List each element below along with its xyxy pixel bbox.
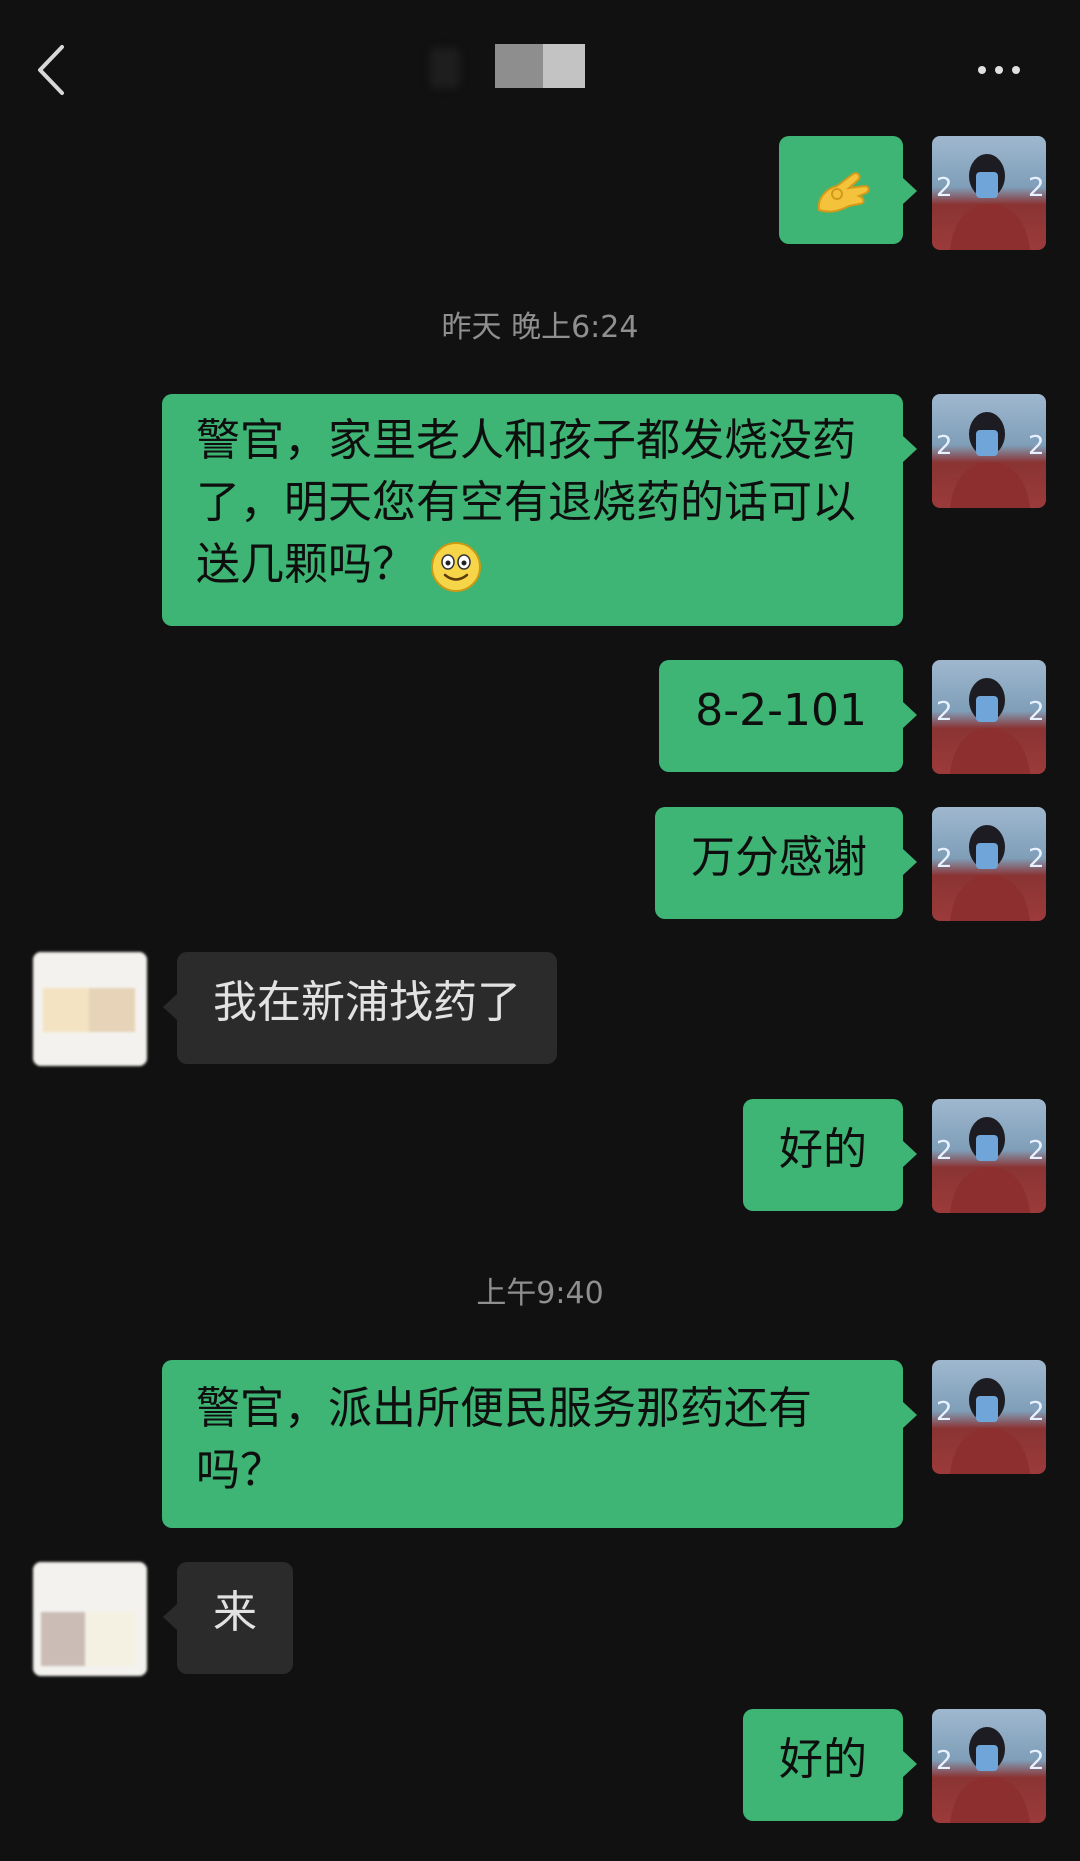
more-dots-icon bbox=[978, 66, 1020, 74]
avatar-portrait: 2 2 bbox=[936, 412, 1045, 508]
avatar[interactable]: 2 2 bbox=[932, 660, 1046, 774]
message-text: 8-2-101 bbox=[695, 685, 867, 736]
message-bubble[interactable]: 万分感谢 bbox=[655, 807, 917, 919]
avatar[interactable] bbox=[33, 952, 147, 1066]
chevron-left-icon bbox=[38, 45, 64, 95]
message-row: 8-2-101 2 2 bbox=[0, 660, 1080, 774]
avatar-portrait: 2 2 bbox=[936, 1117, 1045, 1213]
avatar-portrait: 2 2 bbox=[936, 1727, 1045, 1823]
message-bubble[interactable] bbox=[779, 136, 917, 244]
message-bubble[interactable]: 警官，家里老人和孩子都发烧没药了，明天您有空有退烧药的话可以送几颗吗？ bbox=[162, 394, 917, 626]
chat-title bbox=[430, 38, 620, 94]
svg-text:2: 2 bbox=[1028, 1397, 1045, 1427]
message-timestamp: 昨天 晚上6:24 bbox=[441, 310, 639, 345]
message-text: 来 bbox=[213, 1587, 257, 1638]
avatar-portrait: 2 2 bbox=[936, 154, 1045, 250]
avatar[interactable]: 2 2 bbox=[932, 136, 1046, 250]
svg-text:2: 2 bbox=[1028, 697, 1045, 727]
more-button[interactable] bbox=[970, 50, 1030, 90]
message-text: 警官，家里老人和孩子都发烧没药了，明天您有空有退烧药的话可以送几颗吗？ bbox=[196, 415, 856, 590]
title-redacted-blur bbox=[430, 48, 460, 88]
svg-text:2: 2 bbox=[1028, 844, 1045, 874]
avatar[interactable]: 2 2 bbox=[932, 807, 1046, 921]
avatar-portrait: 2 2 bbox=[936, 1378, 1045, 1474]
svg-text:2: 2 bbox=[936, 1136, 953, 1166]
avatar-portrait: 2 2 bbox=[936, 825, 1045, 921]
avatar-blurred bbox=[33, 1562, 147, 1676]
title-redacted-block bbox=[543, 44, 585, 88]
message-bubble[interactable]: 好的 bbox=[743, 1709, 917, 1821]
avatar-portrait: 2 2 bbox=[936, 678, 1045, 774]
message-row: 警官，派出所便民服务那药还有吗？ 2 2 bbox=[0, 1360, 1080, 1528]
message-bubble[interactable]: 8-2-101 bbox=[659, 660, 917, 772]
message-row: 2 2 bbox=[0, 136, 1080, 250]
message-row: 好的 2 2 bbox=[0, 1709, 1080, 1823]
svg-text:2: 2 bbox=[936, 844, 953, 874]
message-row: 好的 2 2 bbox=[0, 1099, 1080, 1213]
message-row: 警官，家里老人和孩子都发烧没药了，明天您有空有退烧药的话可以送几颗吗？ 2 2 bbox=[0, 394, 1080, 626]
chat-header bbox=[0, 0, 1080, 130]
message-bubble[interactable]: 好的 bbox=[743, 1099, 917, 1211]
ok-hand-emoji bbox=[817, 172, 870, 213]
avatar[interactable]: 2 2 bbox=[932, 1099, 1046, 1213]
message-row: 来 bbox=[0, 1562, 1080, 1676]
avatar[interactable]: 2 2 bbox=[932, 1360, 1046, 1474]
svg-text:2: 2 bbox=[936, 431, 953, 461]
chat-title-text bbox=[430, 38, 431, 39]
svg-text:2: 2 bbox=[1028, 173, 1045, 203]
message-row: 我在新浦找药了 bbox=[0, 952, 1080, 1066]
svg-text:2: 2 bbox=[1028, 1136, 1045, 1166]
message-bubble[interactable]: 来 bbox=[163, 1562, 293, 1674]
title-redacted-block bbox=[495, 44, 543, 88]
message-timestamp: 上午9:40 bbox=[476, 1276, 604, 1311]
svg-text:2: 2 bbox=[936, 173, 953, 203]
back-button[interactable] bbox=[30, 35, 80, 105]
message-text: 万分感谢 bbox=[691, 832, 867, 883]
svg-text:2: 2 bbox=[936, 1397, 953, 1427]
message-text: 好的 bbox=[779, 1124, 867, 1175]
avatar[interactable] bbox=[33, 1562, 147, 1676]
svg-text:2: 2 bbox=[936, 697, 953, 727]
message-row: 万分感谢 2 2 bbox=[0, 807, 1080, 921]
svg-text:2: 2 bbox=[1028, 431, 1045, 461]
message-bubble[interactable]: 我在新浦找药了 bbox=[163, 952, 557, 1064]
message-text: 我在新浦找药了 bbox=[213, 977, 521, 1028]
svg-text:2: 2 bbox=[936, 1746, 953, 1776]
avatar-blurred bbox=[33, 952, 147, 1066]
message-bubble[interactable]: 警官，派出所便民服务那药还有吗？ bbox=[162, 1360, 917, 1528]
message-text: 好的 bbox=[779, 1734, 867, 1785]
smile-emoji bbox=[431, 542, 481, 592]
avatar[interactable]: 2 2 bbox=[932, 394, 1046, 508]
avatar[interactable]: 2 2 bbox=[932, 1709, 1046, 1823]
svg-text:2: 2 bbox=[1028, 1746, 1045, 1776]
message-text: 警官，派出所便民服务那药还有吗？ bbox=[196, 1383, 812, 1496]
